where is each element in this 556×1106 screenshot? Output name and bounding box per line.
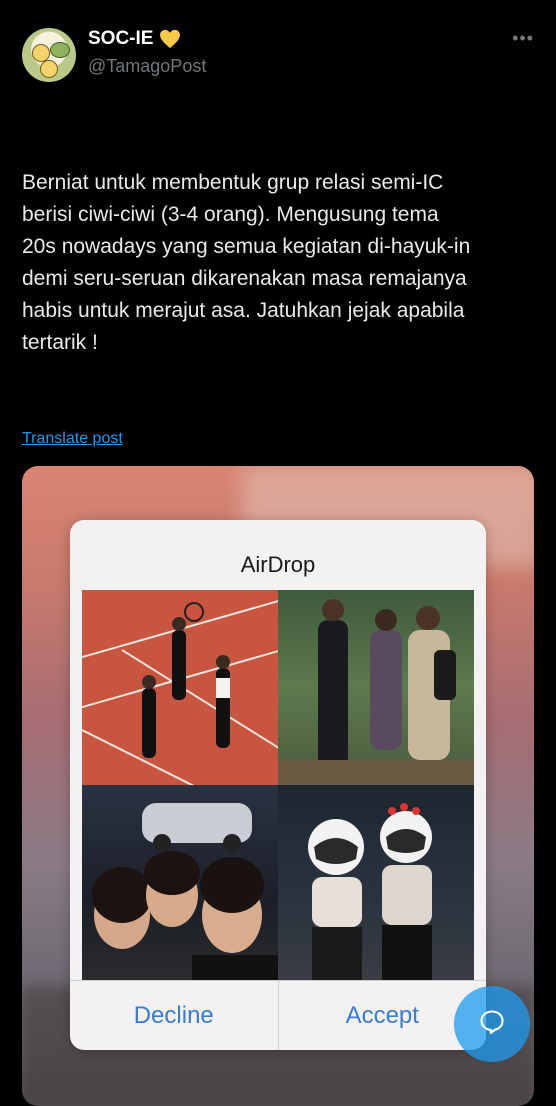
photo-helmets — [278, 785, 474, 980]
more-options-icon[interactable]: ••• — [512, 28, 534, 49]
photo-forest — [278, 590, 474, 785]
photo-grid — [82, 590, 474, 980]
airdrop-title: AirDrop — [240, 552, 316, 577]
yellow-heart-icon — [159, 29, 181, 49]
chat-bubble-icon — [478, 1008, 506, 1041]
post-text: Berniat untuk membentuk grup relasi semi… — [22, 171, 471, 354]
author-handle[interactable]: @TamagoPost — [88, 56, 206, 77]
avatar[interactable] — [22, 28, 76, 82]
photo-night-selfie — [82, 785, 278, 980]
floating-reply-button[interactable] — [454, 986, 530, 1062]
author-name[interactable]: SOC-IE — [88, 28, 181, 50]
translate-post-link[interactable]: Translate post — [22, 430, 123, 448]
decline-button[interactable]: Decline — [70, 981, 278, 1050]
airdrop-buttons: Decline Accept — [70, 980, 486, 1050]
airdrop-dialog: AirDrop Decline Accept — [70, 520, 486, 1050]
duck-icon — [40, 60, 58, 78]
photo-track — [82, 590, 278, 785]
frog-icon — [50, 42, 70, 58]
